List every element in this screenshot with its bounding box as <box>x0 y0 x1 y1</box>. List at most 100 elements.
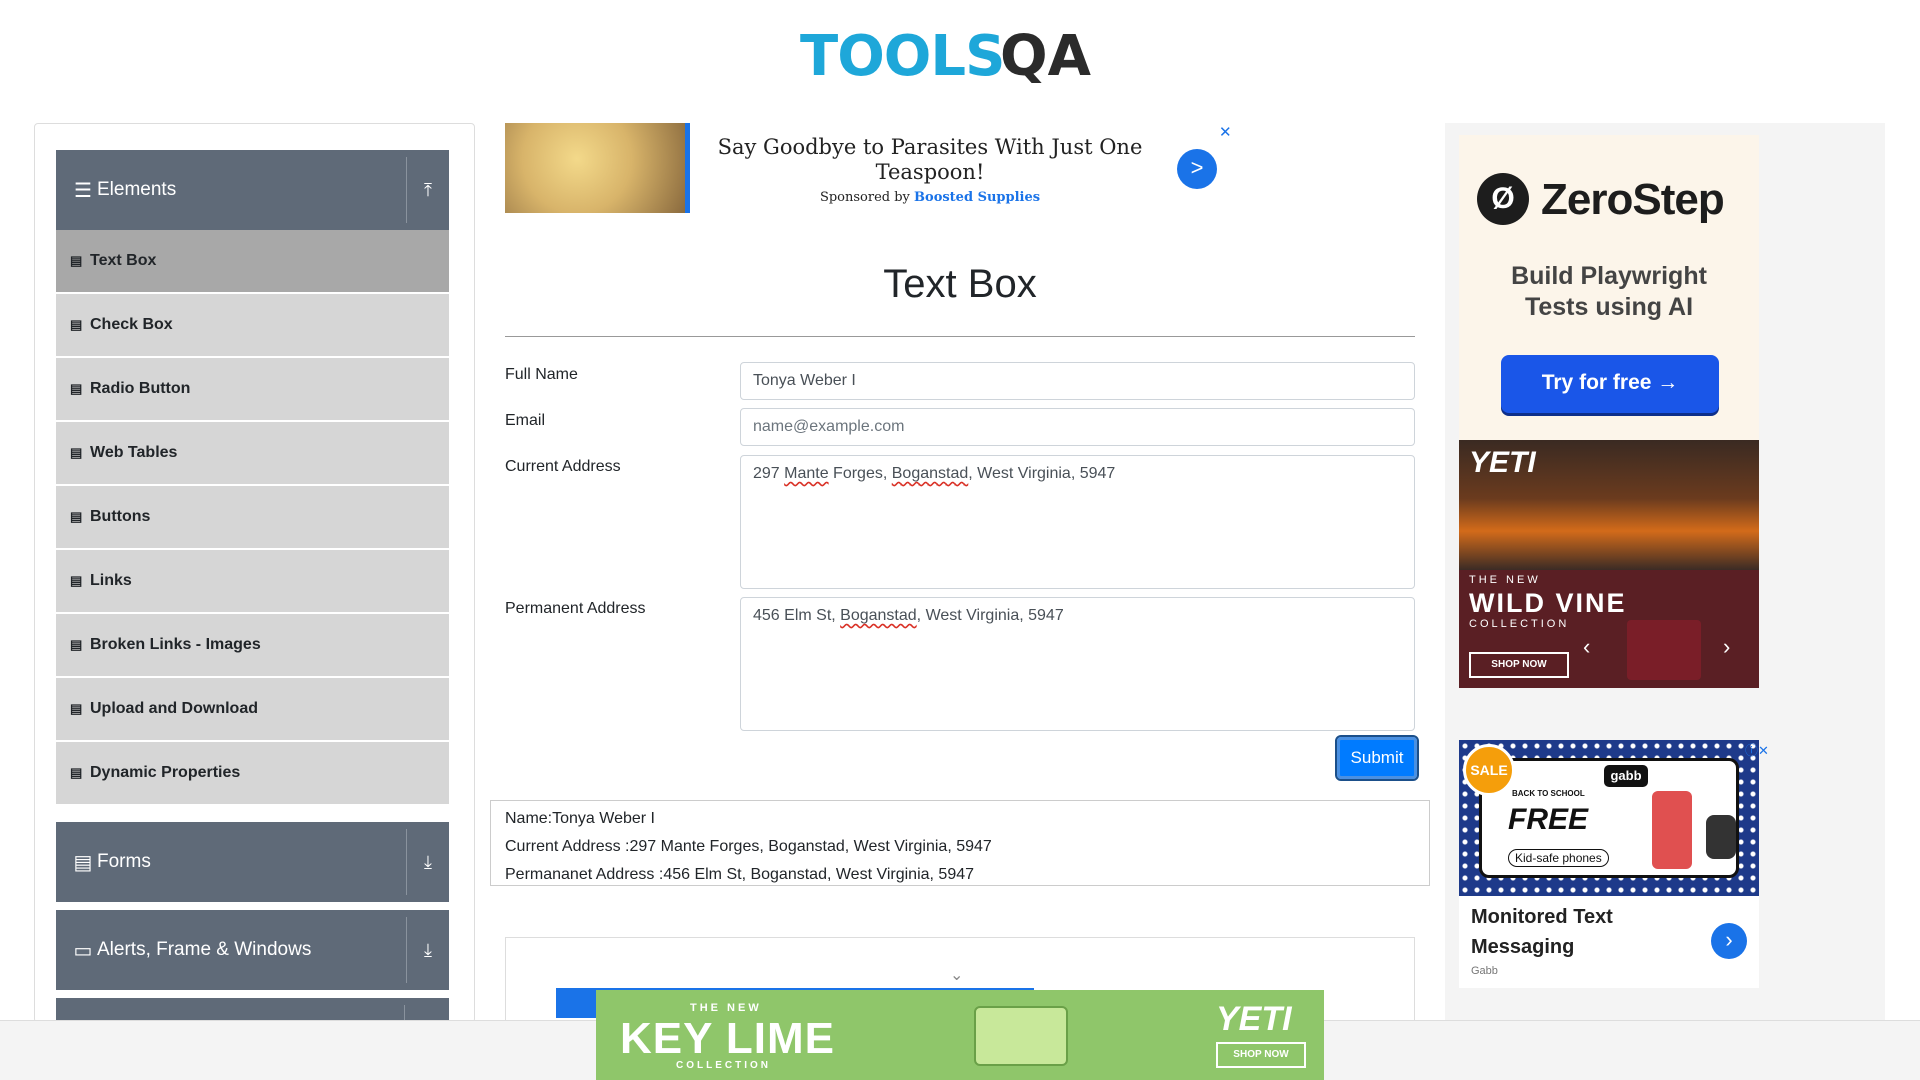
sidebar-item-buttons[interactable]: ▤ Buttons <box>56 486 449 548</box>
sidebar: ☰ Elements ⤒ ▤ Text Box ▤ Check Box ▤ Ra… <box>34 123 475 1023</box>
sidebar-item-upload-download[interactable]: ▤ Upload and Download <box>56 678 449 740</box>
gabb-ad-source: Gabb <box>1471 965 1498 977</box>
sidebar-item-broken-links[interactable]: ▤ Broken Links - Images <box>56 614 449 676</box>
zerostep-logo-icon: Ø <box>1477 173 1529 225</box>
document-icon: ▤ <box>73 851 93 874</box>
email-label: Email <box>505 412 546 429</box>
gabb-ad-title: Monitored Text Messaging <box>1471 906 1613 958</box>
item-icon: ▤ <box>70 317 83 332</box>
sidebar-item-label: Radio Button <box>90 380 191 397</box>
window-icon: ▭ <box>73 939 93 962</box>
item-icon: ▤ <box>70 765 83 780</box>
item-icon: ▤ <box>70 573 83 588</box>
item-icon: ▤ <box>70 445 83 460</box>
carousel-next-icon[interactable]: › <box>1723 634 1730 660</box>
output-panel: Name:Tonya Weber I Current Address :297 … <box>490 800 1430 886</box>
sidebar-item-label: Text Box <box>90 252 157 269</box>
sidebar-item-dynamic-properties[interactable]: ▤ Dynamic Properties <box>56 742 449 804</box>
output-permanent-address: Permananet Address :456 Elm St, Bogansta… <box>505 866 975 883</box>
group-label: Forms <box>97 851 151 872</box>
phone-image <box>1652 791 1692 869</box>
kid-safe-text: Kid-safe phones <box>1508 849 1609 867</box>
yeti-logo: YETI <box>1469 446 1536 479</box>
zerostep-tagline: Build Playwright Tests using AI <box>1511 262 1707 321</box>
logo-tools-text: TOOLS <box>800 24 1005 89</box>
sidebar-item-label: Links <box>90 572 132 589</box>
sidebar-item-label: Web Tables <box>90 444 178 461</box>
item-icon: ▤ <box>70 509 83 524</box>
chevron-down-icon[interactable]: ⌄ <box>950 965 963 985</box>
sidebar-item-links[interactable]: ▤ Links <box>56 550 449 612</box>
back-to-school-text: BACK TO SCHOOL <box>1512 789 1585 798</box>
current-address-text: 297 Mante Forges, Boganstad, West Virgin… <box>753 465 1116 482</box>
sidebar-group-forms[interactable]: ▤ Forms ⤓ <box>56 822 449 902</box>
ad-close-icon[interactable]: ✕ <box>1219 123 1232 141</box>
collapse-up-icon[interactable]: ⤒ <box>407 180 449 201</box>
page-title: Text Box <box>883 262 1037 306</box>
bottom-ad-brand: YETI <box>1216 1000 1292 1038</box>
sidebar-item-label: Broken Links - Images <box>90 636 261 653</box>
sidebar-group-alerts[interactable]: ▭ Alerts, Frame & Windows ⤓ <box>56 910 449 990</box>
carousel-prev-icon[interactable]: ‹ <box>1583 634 1590 660</box>
bottom-yeti-ad[interactable]: THE NEW KEY LIME COLLECTION YETI SHOP NO… <box>596 990 1324 1080</box>
cooler-image <box>1627 620 1701 680</box>
sidebar-item-web-tables[interactable]: ▤ Web Tables <box>56 422 449 484</box>
bottom-ad-the-new: THE NEW <box>690 1002 762 1014</box>
gabb-logo: gabb <box>1604 765 1648 787</box>
zerostep-ad[interactable]: Ø ZeroStep Build Playwright Tests using … <box>1459 135 1759 440</box>
ad-go-button[interactable]: > <box>1177 149 1217 189</box>
cooler-image <box>974 1006 1068 1066</box>
watch-image <box>1706 815 1736 859</box>
ad-sponsor-line: Sponsored by Boosted Supplies <box>705 190 1155 205</box>
expand-down-icon[interactable]: ⤓ <box>407 852 449 873</box>
zerostep-name: ZeroStep <box>1541 175 1725 224</box>
sale-badge: SALE <box>1463 744 1515 796</box>
expand-down-icon[interactable]: ⤓ <box>407 940 449 961</box>
submit-button[interactable]: Submit <box>1335 735 1419 781</box>
full-name-label: Full Name <box>505 366 578 383</box>
logo-qa-text: QA <box>1000 24 1091 89</box>
yeti-collection-name: WILD VINE <box>1469 588 1627 618</box>
email-placeholder: name@example.com <box>753 418 905 435</box>
yeti-the-new: THE NEW <box>1469 574 1541 586</box>
ad-title: Say Goodbye to Parasites With Just One T… <box>717 135 1143 184</box>
group-label: Elements <box>97 179 177 200</box>
bottom-ad-name: KEY LIME <box>620 1014 836 1063</box>
gabb-go-button[interactable]: › <box>1711 923 1747 959</box>
sidebar-item-text-box[interactable]: ▤ Text Box <box>56 230 449 292</box>
ad-info-close-icon[interactable]: ⓘ✕ <box>1745 740 1769 759</box>
toolsqa-logo[interactable]: TOOLS QA <box>800 14 1130 94</box>
sidebar-item-radio-button[interactable]: ▤ Radio Button <box>56 358 449 420</box>
permanent-address-textarea[interactable]: 456 Elm St, Boganstad, West Virginia, 59… <box>740 597 1415 731</box>
email-input[interactable]: name@example.com <box>740 408 1415 446</box>
sidebar-item-label: Dynamic Properties <box>90 764 241 781</box>
full-name-value: Tonya Weber I <box>753 372 856 389</box>
full-name-input[interactable]: Tonya Weber I <box>740 362 1415 400</box>
ad-image <box>505 123 690 213</box>
yeti-ad[interactable]: YETI THE NEW WILD VINE COLLECTION SHOP N… <box>1459 440 1759 688</box>
gabb-ad-card: gabb BACK TO SCHOOL FREE Kid-safe phones <box>1479 758 1739 878</box>
sidebar-item-label: Check Box <box>90 316 173 333</box>
sidebar-item-check-box[interactable]: ▤ Check Box <box>56 294 449 356</box>
output-name: Name:Tonya Weber I <box>505 810 655 827</box>
sidebar-group-elements[interactable]: ☰ Elements ⤒ <box>56 150 449 230</box>
permanent-address-text: 456 Elm St, Boganstad, West Virginia, 59… <box>753 607 1064 624</box>
sidebar-item-label: Buttons <box>90 508 151 525</box>
top-advertisement[interactable]: Say Goodbye to Parasites With Just One T… <box>505 123 1233 213</box>
yeti-collection-label: COLLECTION <box>1469 618 1570 630</box>
yeti-shop-now-button[interactable]: SHOP NOW <box>1469 652 1569 678</box>
current-address-label: Current Address <box>505 458 621 475</box>
group-label: Alerts, Frame & Windows <box>97 939 312 960</box>
try-for-free-button[interactable]: Try for free → <box>1501 355 1719 413</box>
item-icon: ▤ <box>70 701 83 716</box>
sponsored-prefix: Sponsored by <box>819 190 910 205</box>
sponsor-name[interactable]: Boosted Supplies <box>914 190 1040 205</box>
free-text: FREE <box>1508 803 1589 836</box>
item-icon: ▤ <box>70 253 83 268</box>
output-current-address: Current Address :297 Mante Forges, Bogan… <box>505 838 992 855</box>
gabb-ad[interactable]: gabb BACK TO SCHOOL FREE Kid-safe phones… <box>1459 740 1769 988</box>
item-icon: ▤ <box>70 637 83 652</box>
bottom-ad-collection: COLLECTION <box>676 1060 771 1071</box>
current-address-textarea[interactable]: 297 Mante Forges, Boganstad, West Virgin… <box>740 455 1415 589</box>
bottom-ad-shop-now-button[interactable]: SHOP NOW <box>1216 1042 1306 1068</box>
